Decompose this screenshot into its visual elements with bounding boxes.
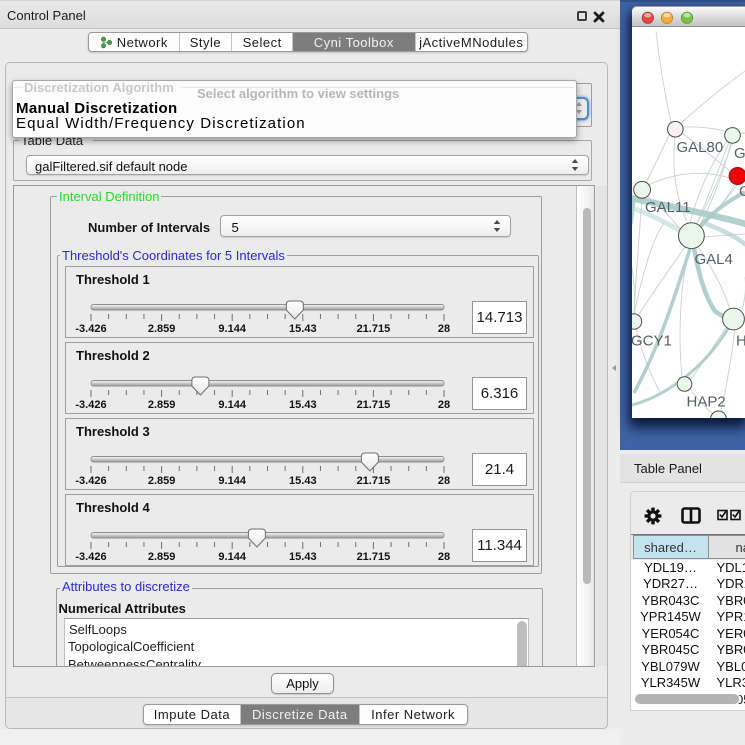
svg-text:GAL11: GAL11 [645, 199, 691, 216]
svg-text:GAL80: GAL80 [676, 139, 723, 156]
svg-text:GCY1: GCY1 [632, 333, 672, 350]
svg-text:21.715: 21.715 [357, 323, 391, 335]
svg-text:15.43: 15.43 [289, 323, 317, 335]
svg-text:G: G [739, 183, 745, 200]
svg-text:9.144: 9.144 [218, 323, 246, 335]
svg-text:GAL4: GAL4 [694, 251, 732, 268]
svg-text:-3.426: -3.426 [75, 323, 106, 335]
svg-text:2.859: 2.859 [148, 323, 176, 335]
svg-text:28: 28 [438, 323, 450, 335]
svg-text:G.: G. [734, 145, 745, 162]
svg-text:HAP2: HAP2 [686, 394, 725, 411]
svg-text:HI: HI [736, 333, 745, 350]
